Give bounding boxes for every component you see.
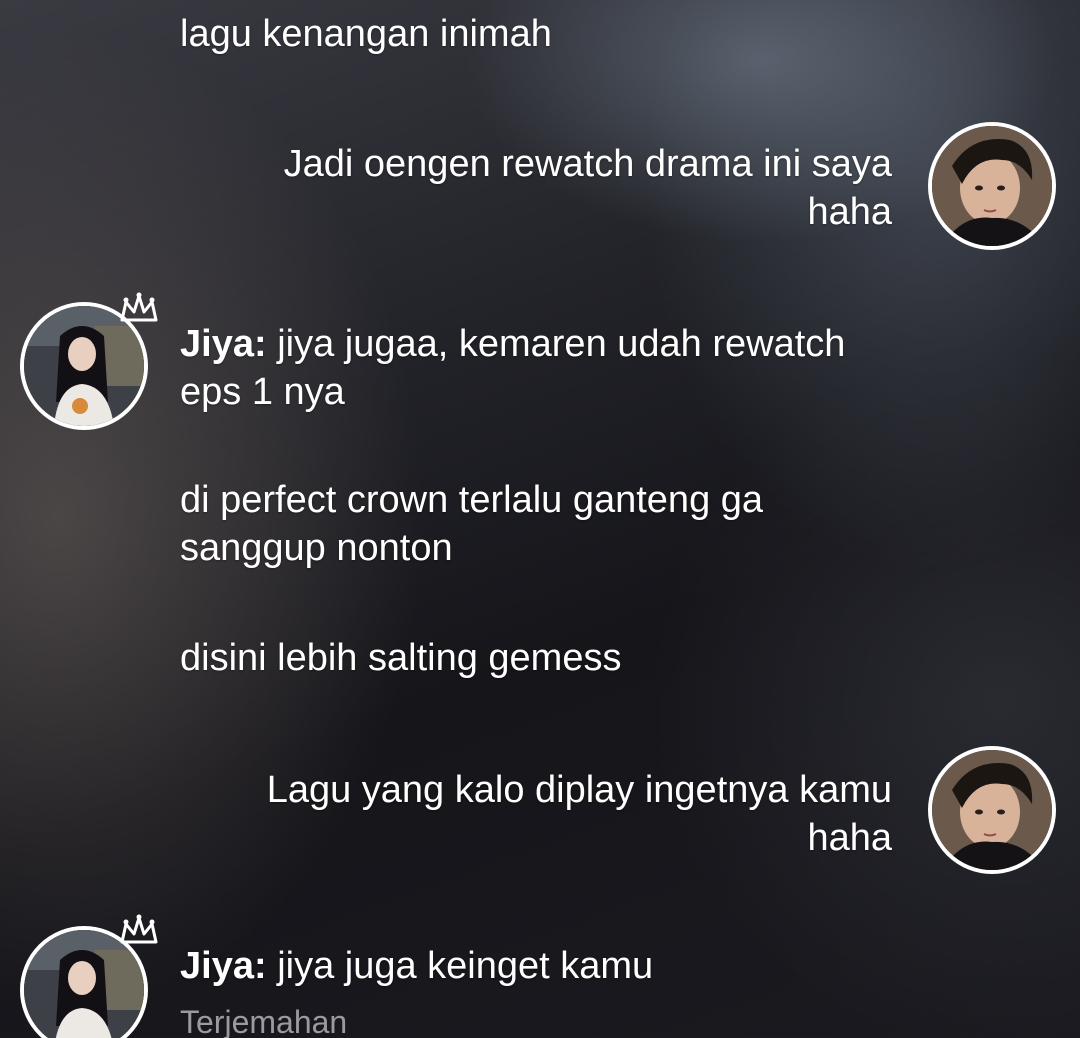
translate-link[interactable]: Terjemahan: [180, 1004, 347, 1038]
avatar-photo: [932, 126, 1052, 246]
chat-message: disini lebih salting gemess: [180, 634, 910, 682]
crown-icon: [120, 292, 158, 322]
avatar-photo: [932, 750, 1052, 870]
chat-message: Lagu yang kalo diplay ingetnya kamu haha: [192, 766, 892, 862]
message-text: disini lebih salting gemess: [180, 637, 622, 679]
message-text: di perfect crown terlalu ganteng ga sang…: [180, 479, 764, 569]
avatar[interactable]: [928, 122, 1056, 250]
message-text: Jadi oengen rewatch drama ini saya haha: [283, 143, 892, 233]
avatar[interactable]: [928, 746, 1056, 874]
message-text: lagu kenangan inimah: [180, 13, 552, 55]
chat-message: Jadi oengen rewatch drama ini saya haha: [192, 140, 892, 236]
message-text: jiya juga keinget kamu: [277, 945, 654, 987]
message-text: Lagu yang kalo diplay ingetnya kamu haha: [266, 769, 892, 859]
chat-message: di perfect crown terlalu ganteng ga sang…: [180, 476, 910, 572]
chat-message: Jiya: jiya jugaa, kemaren udah rewatch e…: [180, 320, 910, 416]
crown-icon: [120, 914, 158, 944]
message-text: jiya jugaa, kemaren udah rewatch eps 1 n…: [180, 323, 846, 413]
sender-name: Jiya:: [180, 945, 267, 987]
sender-name: Jiya:: [180, 323, 267, 365]
chat-message: lagu kenangan inimah: [180, 10, 910, 58]
chat-message: Jiya: jiya juga keinget kamu: [180, 942, 910, 990]
